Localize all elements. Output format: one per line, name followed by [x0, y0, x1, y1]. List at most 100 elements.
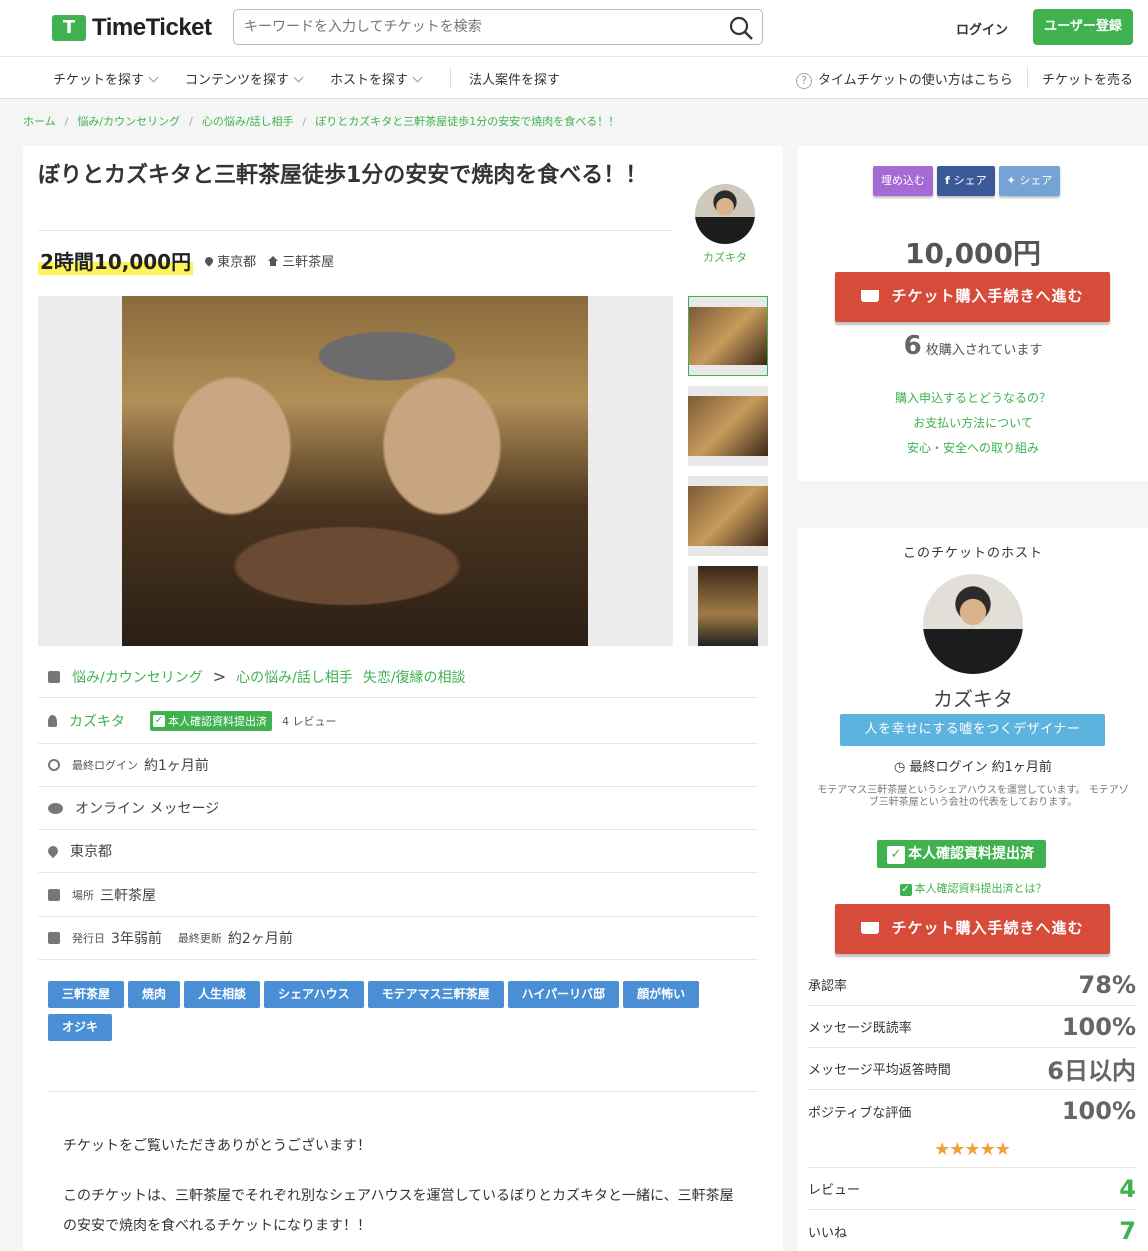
rating-stars: ★★★★★ [808, 1132, 1136, 1168]
breadcrumb-home[interactable]: ホーム [23, 115, 56, 128]
tag[interactable]: モテアマス三軒茶屋 [367, 981, 504, 1008]
logo-mark-icon: T [52, 15, 86, 41]
tag[interactable]: 人生相談 [184, 981, 261, 1008]
search-box [233, 9, 763, 45]
cart-icon [861, 290, 880, 302]
breadcrumb-subcategory[interactable]: 心の悩み/話し相手 [202, 115, 294, 128]
side-price: 10,000円 [904, 237, 1042, 270]
nav-find-host[interactable]: ホストを探す [330, 69, 423, 88]
stat-value: 4 [1119, 1174, 1136, 1203]
chevron-right-icon: > [212, 667, 227, 686]
nav-howto[interactable]: ? タイムチケットの使い方はこちら [796, 69, 1013, 89]
chevron-down-icon [293, 72, 304, 83]
nav-sell[interactable]: チケットを売る [1042, 69, 1133, 88]
verified-info-label: 本人確認資料提出済とは？ [914, 882, 1047, 895]
host-stats: 承認率 78% メッセージ既読率 100% メッセージ平均返答時間 6日以内 ポジティ… [808, 964, 1136, 1251]
stat-value: 100% [1061, 1097, 1136, 1125]
help-link[interactable]: お支払い方法について [913, 416, 1033, 430]
help-link[interactable]: 購入申込するとどうなるの？ [895, 391, 1051, 405]
avatar [695, 184, 755, 244]
home-icon [48, 888, 60, 901]
nav-divider [450, 67, 451, 89]
format-row: オンライン メッセージ [38, 787, 758, 830]
sold-text: 枚購入されています [925, 343, 1043, 358]
host-link[interactable]: カズキタ [69, 711, 125, 731]
tag[interactable]: 顔が怖い [623, 981, 700, 1008]
tag[interactable]: シェアハウス [264, 981, 364, 1008]
location-value: 三軒茶屋 [100, 887, 156, 904]
avatar[interactable] [923, 574, 1023, 674]
stat-value: 6日以内 [1047, 1057, 1136, 1085]
stat-row: ポジティブな評価 100% [808, 1090, 1136, 1132]
like-row[interactable]: いいね 7 [808, 1210, 1136, 1251]
map-pin-icon [45, 843, 61, 859]
login-link[interactable]: ログイン [956, 19, 1008, 38]
ticket-place: 三軒茶屋 [268, 251, 334, 270]
nav-howto-label: タイムチケットの使い方はこちら [818, 73, 1013, 88]
area-row: 東京都 [38, 830, 758, 873]
tag-list: 三軒茶屋 焼肉 人生相談 シェアハウス モテアマス三軒茶屋 ハイパーリバ邸 顔が怖いオジキ [48, 981, 768, 1047]
twitter-share-label: シェア [1019, 174, 1053, 187]
category-link-2[interactable]: 心の悩み/話し相手 [236, 667, 353, 687]
breadcrumb-category[interactable]: 悩み/カウンセリング [77, 115, 180, 128]
category-link-3[interactable]: 失恋/復縁の相談 [363, 667, 466, 687]
tag[interactable]: 三軒茶屋 [48, 981, 125, 1008]
review-count-link[interactable]: 4 レビュー [282, 713, 337, 729]
tag[interactable]: オジキ [48, 1014, 113, 1041]
description-paragraph: チケットをご覧いただきありがとうございます！ [63, 1138, 371, 1154]
category-link-1[interactable]: 悩み/カウンセリング [72, 667, 203, 687]
host-name[interactable]: カズキタ [798, 683, 1148, 712]
tag[interactable]: ハイパーリバ邸 [507, 981, 620, 1008]
cart-icon [861, 922, 880, 934]
tag[interactable]: 焼肉 [128, 981, 181, 1008]
photo-image [122, 296, 588, 646]
buy-button[interactable]: チケット購入手続きへ進む [835, 272, 1110, 322]
stat-value: 7 [1119, 1217, 1136, 1245]
search-input[interactable] [234, 10, 704, 44]
breadcrumb-current[interactable]: ぼりとカズキタと三軒茶屋徒歩1分の安安で焼肉を食べる！！ [315, 115, 619, 128]
thumbnail[interactable] [688, 566, 768, 646]
facebook-share-label: シェア [953, 174, 987, 187]
thumbnail[interactable] [688, 296, 768, 376]
register-button[interactable]: ユーザー登録 [1033, 9, 1133, 45]
review-row[interactable]: レビュー 4 [808, 1168, 1136, 1210]
thumbnail[interactable] [688, 476, 768, 556]
facebook-share-button[interactable]: f シェア [937, 166, 995, 196]
description-paragraph: このチケットは、三軒茶屋でそれぞれ別なシェアハウスを運営しているぼりとカズキタと… [63, 1188, 734, 1234]
stat-label: レビュー [808, 1183, 861, 1198]
check-icon: ✓ [153, 714, 165, 727]
nav-corporate[interactable]: 法人案件を探す [469, 69, 560, 88]
last-login-value: 約1ヶ月前 [144, 758, 209, 774]
nav-divider [1027, 67, 1028, 89]
twitter-share-button[interactable]: ✦ シェア [998, 166, 1061, 196]
nav-find-ticket[interactable]: チケットを探す [53, 69, 159, 88]
logo[interactable]: T TimeTicket [52, 14, 212, 42]
updated-value: 約2ヶ月前 [227, 931, 293, 947]
last-login-label: 最終ログイン [72, 759, 138, 772]
check-icon: ✓ [899, 884, 912, 896]
last-login-row: 最終ログイン 約1ヶ月前 [38, 744, 758, 787]
main-photo[interactable] [38, 296, 673, 646]
help-link[interactable]: 安心・安全への取り組み [907, 441, 1039, 455]
thumbnail[interactable] [688, 386, 768, 466]
stat-label: メッセージ平均返答時間 [808, 1063, 951, 1078]
updated-label: 最終更新 [177, 932, 222, 945]
clock-icon [48, 759, 60, 771]
nav-contents-label: コンテンツを探す [185, 73, 290, 88]
host-catchphrase: 人を幸せにする嘘をつくデザイナー [840, 714, 1105, 746]
chat-icon [48, 802, 63, 814]
divider [38, 230, 673, 231]
host-mini[interactable]: カズキタ [694, 184, 756, 265]
search-icon[interactable] [728, 15, 754, 41]
ticket-area: 東京都 [203, 251, 256, 270]
category-row: 悩み/カウンセリング > 心の悩み/話し相手 失恋/復縁の相談 [38, 656, 758, 698]
logo-text: TimeTicket [92, 14, 212, 41]
nav-contents[interactable]: コンテンツを探す [185, 69, 304, 88]
map-pin-icon [203, 254, 215, 267]
embed-button[interactable]: 埋め込む [873, 166, 933, 196]
verified-info-link[interactable]: ✓ 本人確認資料提出済とは？ [798, 880, 1148, 896]
issued-value: 3年弱前 [111, 931, 162, 947]
stat-label: ポジティブな評価 [808, 1105, 912, 1121]
buy-button[interactable]: チケット購入手続きへ進む [835, 904, 1110, 954]
share-row: 埋め込む f シェア ✦ シェア [873, 166, 1064, 196]
